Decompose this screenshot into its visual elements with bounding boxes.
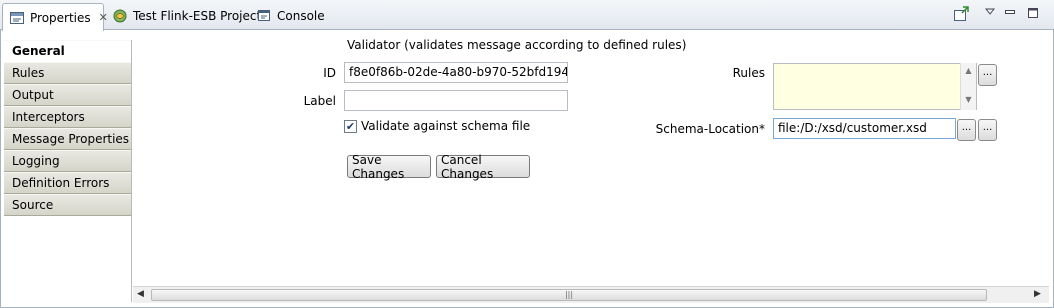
minimize-icon[interactable] — [1004, 7, 1016, 20]
general-form: Validator (validates message according t… — [133, 31, 1049, 286]
validate-checkbox[interactable]: ✔ — [344, 120, 357, 133]
id-field[interactable]: f8e0f86b-02de-4a80-b970-52bfd194b43d — [344, 62, 568, 83]
sidebar-item-label: Output — [12, 88, 54, 102]
scrollbar-thumb[interactable]: ||| — [151, 289, 987, 301]
sidebar-item-message-properties[interactable]: Message Properties — [4, 128, 131, 150]
validate-checkbox-label: Validate against schema file — [361, 119, 531, 133]
console-icon — [256, 8, 272, 24]
project-icon — [112, 8, 128, 24]
rules-label: Rules — [732, 66, 765, 80]
label-field[interactable] — [344, 90, 568, 111]
tab-properties[interactable]: Properties ✕ — [2, 3, 108, 31]
sidebar-item-interceptors[interactable]: Interceptors — [4, 106, 131, 128]
schema-browse-workspace-button[interactable]: ... — [978, 119, 997, 141]
horizontal-scrollbar[interactable]: ◀ ||| ▶ — [133, 286, 1049, 303]
tab-label: Console — [277, 9, 325, 23]
sidebar-item-logging[interactable]: Logging — [4, 150, 131, 172]
sidebar-item-definition-errors[interactable]: Definition Errors — [4, 172, 131, 194]
sidebar-item-label: Message Properties — [12, 132, 130, 146]
sidebar-item-label: Definition Errors — [12, 176, 110, 190]
schema-location-label: Schema-Location* — [655, 122, 765, 136]
sidebar-item-label: Source — [12, 198, 54, 212]
scroll-left-icon[interactable]: ◀ — [137, 289, 144, 299]
sidebar-item-label: General — [12, 44, 65, 58]
label-label: Label — [303, 94, 336, 108]
form-heading: Validator (validates message according t… — [347, 38, 687, 52]
view-menu-icon[interactable] — [984, 7, 996, 20]
sidebar-item-source[interactable]: Source — [4, 194, 131, 216]
pin-view-icon[interactable] — [953, 6, 969, 25]
tab-label: Test Flink-ESB Project — [133, 9, 262, 23]
scroll-right-icon[interactable]: ▶ — [1034, 289, 1041, 299]
cancel-changes-button[interactable]: Cancel Changes — [436, 153, 530, 181]
sidebar-item-rules[interactable]: Rules — [4, 62, 131, 84]
sidebar-item-label: Logging — [12, 154, 60, 168]
view-tab-bar: Properties ✕ Test Flink-ESB Project Cons… — [0, 0, 1054, 31]
id-label: ID — [323, 66, 336, 80]
sidebar-item-output[interactable]: Output — [4, 84, 131, 106]
tab-test-flink-esb-project[interactable]: Test Flink-ESB Project — [106, 3, 267, 29]
sidebar-item-general[interactable]: General — [4, 40, 131, 62]
scroll-down-icon[interactable]: ▼ — [961, 95, 976, 104]
tab-console[interactable]: Console — [250, 3, 331, 29]
rules-field[interactable] — [773, 63, 977, 110]
tab-label: Properties — [30, 10, 91, 25]
sidebar: General Rules Output Interceptors Messag… — [4, 40, 132, 302]
maximize-icon[interactable] — [1027, 7, 1039, 22]
sidebar-item-label: Interceptors — [12, 110, 85, 124]
save-changes-button[interactable]: Save Changes — [347, 153, 431, 181]
rules-browse-button[interactable]: ... — [978, 64, 997, 86]
schema-location-field[interactable]: file:/D:/xsd/customer.xsd — [773, 118, 956, 139]
scroll-up-icon[interactable]: ▲ — [961, 66, 976, 75]
schema-browse-button[interactable]: ... — [957, 119, 976, 141]
sidebar-item-label: Rules — [12, 66, 45, 80]
rules-scrollbar[interactable]: ▲ ▼ — [960, 63, 976, 110]
properties-icon — [9, 10, 25, 26]
